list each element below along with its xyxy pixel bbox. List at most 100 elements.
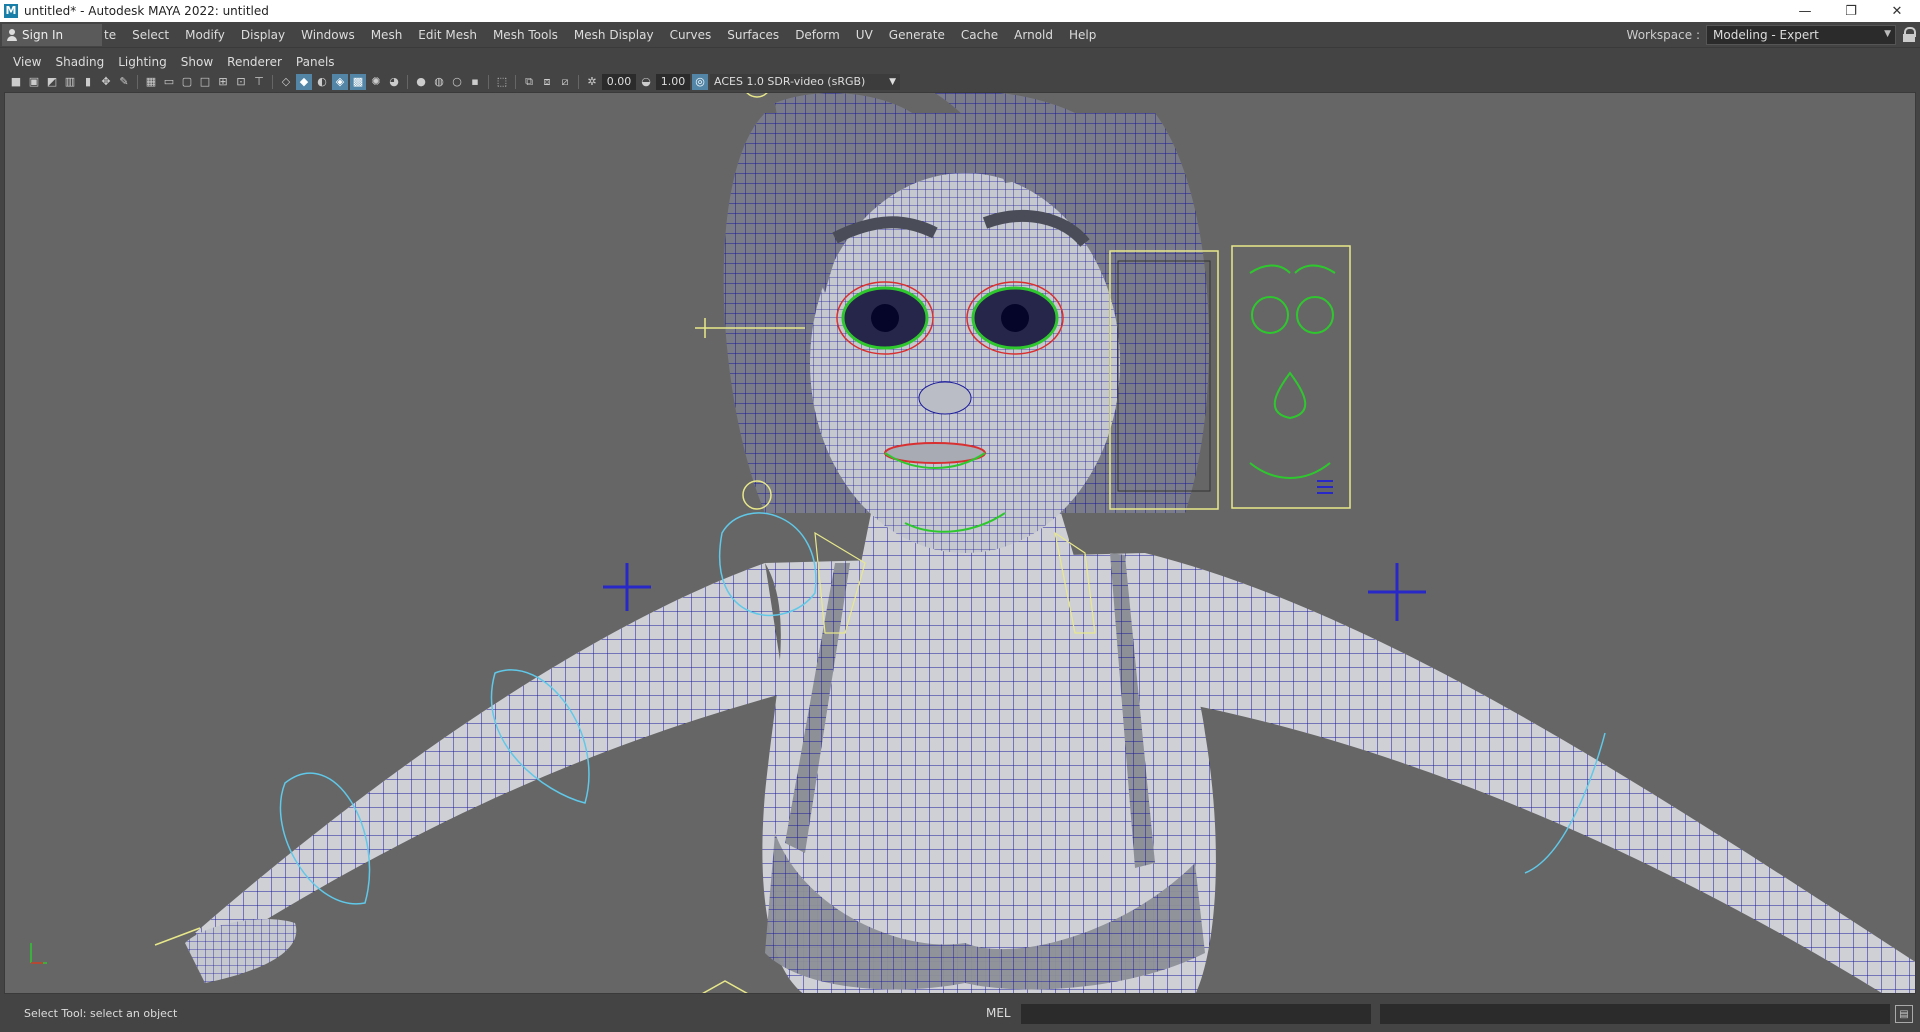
right-ik-handle — [1368, 563, 1426, 621]
isolate-select-icon[interactable]: ⬚ — [494, 74, 510, 90]
resolution-gate-icon[interactable]: ▢ — [179, 74, 195, 90]
shadows-icon[interactable]: ◕ — [386, 74, 402, 90]
dropdown-arrow-icon: ▼ — [889, 77, 896, 87]
grease-pencil-icon[interactable]: ✎ — [116, 74, 132, 90]
face-ui-shape-panel — [1231, 245, 1351, 509]
toolbar-separator — [515, 75, 516, 89]
view-transform-value: ACES 1.0 SDR-video (sRGB) — [714, 75, 866, 88]
xray-icon[interactable]: ▩ — [350, 74, 366, 90]
toolbar-separator — [578, 75, 579, 89]
exposure-field[interactable]: 0.00 — [602, 74, 636, 90]
workspace-selector: Workspace : Modeling - Expert ▼ — [1627, 22, 1920, 48]
xray-joints-icon[interactable]: ⧉ — [521, 74, 537, 90]
gate-mask-icon[interactable]: □ — [197, 74, 213, 90]
title-bar: M untitled* - Autodesk MAYA 2022: untitl… — [0, 0, 1920, 22]
xray-active-components-icon[interactable]: ⧈ — [539, 74, 555, 90]
command-language-toggle[interactable]: MEL — [986, 1006, 1011, 1020]
toolbar-separator — [488, 75, 489, 89]
face-ui-lines — [1317, 480, 1333, 494]
camera-gate-icon[interactable]: ⧄ — [557, 74, 573, 90]
menu-windows[interactable]: Windows — [293, 28, 363, 42]
workspace-label: Workspace : — [1626, 28, 1700, 42]
image-plane-icon[interactable]: ▥ — [62, 74, 78, 90]
field-chart-icon[interactable]: ⊞ — [215, 74, 231, 90]
menu-help[interactable]: Help — [1061, 28, 1104, 42]
user-icon — [6, 28, 18, 41]
workspace-dropdown[interactable]: Modeling - Expert ▼ — [1706, 25, 1896, 45]
use-all-lights-icon[interactable]: ✺ — [368, 74, 384, 90]
safe-title-icon[interactable]: ⊤ — [251, 74, 267, 90]
window-controls: — ❐ ✕ — [1782, 0, 1920, 22]
menu-uv[interactable]: UV — [848, 28, 881, 42]
left-ik-handle — [603, 563, 651, 611]
menu-edit-mesh[interactable]: Edit Mesh — [410, 28, 485, 42]
workspace-value: Modeling - Expert — [1713, 28, 1819, 42]
wireframe-on-shaded-icon[interactable]: ◈ — [332, 74, 348, 90]
nose — [918, 381, 972, 415]
menu-arnold[interactable]: Arnold — [1006, 28, 1061, 42]
main-menu-bar: Sign In te Select Modify Display Windows… — [0, 22, 1920, 48]
panel-menu-lighting[interactable]: Lighting — [111, 55, 174, 69]
bookmark-icon[interactable]: ▮ — [80, 74, 96, 90]
view-transform-dropdown[interactable]: ACES 1.0 SDR-video (sRGB) ▼ — [710, 74, 900, 90]
left-arm-mesh — [195, 563, 785, 951]
face-ui-brow-right — [1294, 264, 1336, 274]
menu-generate[interactable]: Generate — [881, 28, 953, 42]
bookmarks-icon[interactable]: ◩ — [44, 74, 60, 90]
face-ui-brow-left — [1249, 264, 1291, 274]
menu-modify[interactable]: Modify — [177, 28, 233, 42]
command-line-input[interactable] — [1021, 1004, 1371, 1024]
panel-menu-view[interactable]: View — [6, 55, 48, 69]
viewport-scene — [30, 93, 1915, 993]
menu-mesh-tools[interactable]: Mesh Tools — [485, 28, 566, 42]
panel-menu-renderer[interactable]: Renderer — [220, 55, 289, 69]
menu-display[interactable]: Display — [233, 28, 293, 42]
color-management-icon[interactable]: ◎ — [692, 74, 708, 90]
minimize-button[interactable]: — — [1782, 0, 1828, 22]
smooth-shade-icon[interactable]: ◆ — [296, 74, 312, 90]
gamma-field[interactable]: 1.00 — [656, 74, 690, 90]
close-button[interactable]: ✕ — [1874, 0, 1920, 22]
menu-cache[interactable]: Cache — [953, 28, 1006, 42]
menu-curves[interactable]: Curves — [662, 28, 720, 42]
panel-menu-show[interactable]: Show — [174, 55, 220, 69]
exposure-icon[interactable]: ✲ — [584, 74, 600, 90]
mouth — [884, 442, 986, 464]
dropdown-arrow-icon: ▼ — [1884, 29, 1891, 39]
panel-menu-shading[interactable]: Shading — [48, 55, 111, 69]
menu-mesh-display[interactable]: Mesh Display — [566, 28, 662, 42]
menu-clipped-item[interactable]: te — [102, 28, 124, 42]
panel-menu-panels[interactable]: Panels — [289, 55, 342, 69]
face-ui-eye-left — [1251, 296, 1289, 334]
toolbar-separator — [407, 75, 408, 89]
panel-menu-bar: View Shading Lighting Show Renderer Pane… — [6, 52, 1914, 72]
gamma-icon[interactable]: ◒ — [638, 74, 654, 90]
film-gate-icon[interactable]: ▭ — [161, 74, 177, 90]
help-line: Select Tool: select an object — [24, 1007, 178, 1020]
menu-select[interactable]: Select — [124, 28, 177, 42]
grid-icon[interactable]: ▦ — [143, 74, 159, 90]
sign-in-label: Sign In — [22, 27, 64, 42]
select-camera-icon[interactable]: ■ — [8, 74, 24, 90]
lock-icon[interactable] — [1902, 27, 1916, 43]
depth-of-field-icon[interactable]: ▪ — [467, 74, 483, 90]
sign-in-button[interactable]: Sign In — [2, 23, 102, 46]
anti-aliasing-icon[interactable]: ○ — [449, 74, 465, 90]
camera-attributes-icon[interactable]: ▣ — [26, 74, 42, 90]
face-ui-mouth — [1249, 462, 1331, 479]
axis-indicator — [30, 943, 47, 964]
default-lighting-icon[interactable]: ◐ — [314, 74, 330, 90]
motion-blur-icon[interactable]: ◍ — [431, 74, 447, 90]
menu-surfaces[interactable]: Surfaces — [719, 28, 787, 42]
wireframe-icon[interactable]: ◇ — [278, 74, 294, 90]
maximize-button[interactable]: ❐ — [1828, 0, 1874, 22]
left-iris — [871, 304, 899, 332]
head-ctrl-top — [746, 93, 768, 98]
two-d-pan-zoom-icon[interactable]: ✥ — [98, 74, 114, 90]
ambient-occlusion-icon[interactable]: ● — [413, 74, 429, 90]
menu-mesh[interactable]: Mesh — [363, 28, 411, 42]
perspective-viewport[interactable] — [4, 92, 1916, 994]
menu-deform[interactable]: Deform — [787, 28, 848, 42]
safe-action-icon[interactable]: ⊡ — [233, 74, 249, 90]
script-editor-icon[interactable]: ▤ — [1895, 1005, 1913, 1023]
